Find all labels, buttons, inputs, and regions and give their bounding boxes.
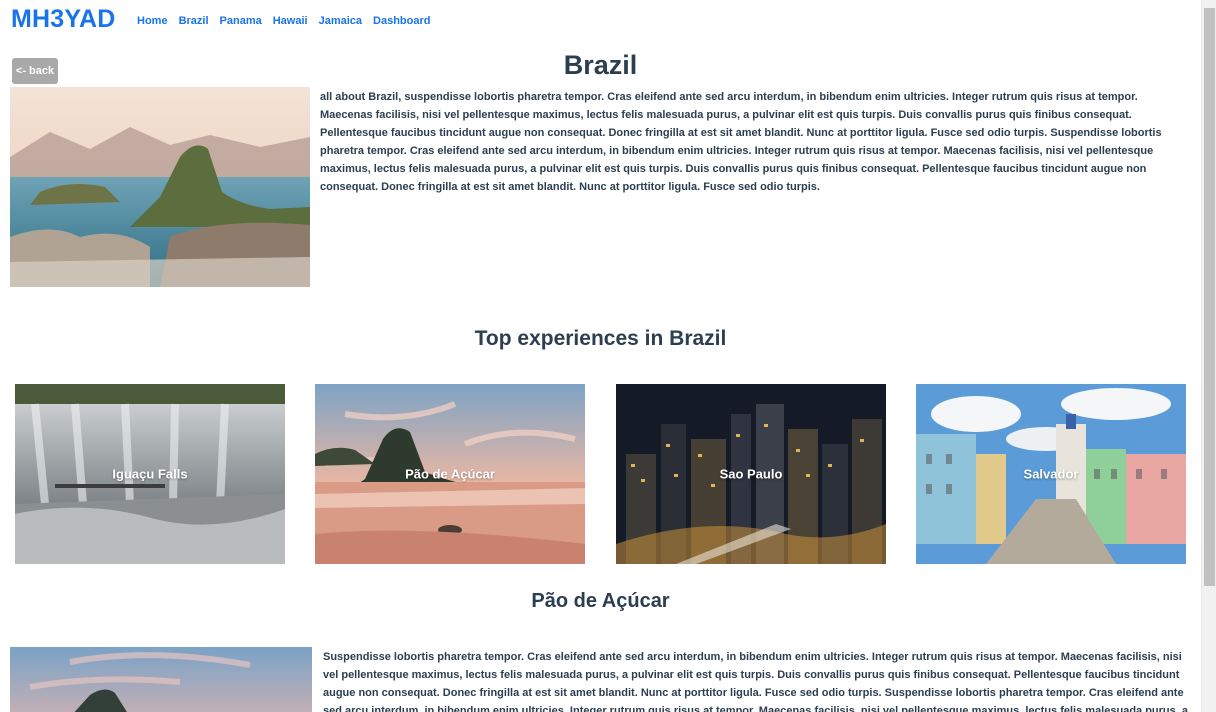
experience-card-iguacu-falls[interactable]: Iguaçu Falls — [15, 384, 285, 564]
scrollbar-thumb[interactable] — [1204, 8, 1215, 586]
main-nav: Home Brazil Panama Hawaii Jamaica Dashbo… — [137, 15, 442, 27]
experience-card-sao-paulo[interactable]: Sao Paulo — [616, 384, 886, 564]
nav-link-home[interactable]: Home — [137, 15, 168, 27]
experience-card-pao-de-acucar[interactable]: Pão de Açúcar — [315, 384, 585, 564]
site-logo[interactable]: MH3YAD — [11, 5, 115, 34]
hero-image — [10, 87, 310, 287]
experience-card-label: Pão de Açúcar — [405, 466, 495, 482]
detail-title: Pão de Açúcar — [531, 590, 670, 612]
nav-link-jamaica[interactable]: Jamaica — [319, 15, 362, 27]
detail-text: Suspendisse lobortis pharetra tempor. Cr… — [323, 651, 1188, 712]
page-title: Brazil — [563, 50, 638, 80]
nav-link-panama[interactable]: Panama — [220, 15, 262, 27]
experience-card-label: Sao Paulo — [719, 466, 783, 482]
experience-card-salvador[interactable]: Salvador — [916, 384, 1186, 564]
nav-link-brazil[interactable]: Brazil — [179, 15, 209, 27]
detail-image — [10, 647, 312, 712]
intro-text: all about Brazil, suspendisse lobortis p… — [320, 91, 1162, 193]
nav-link-dashboard[interactable]: Dashboard — [373, 15, 430, 27]
nav-link-hawaii[interactable]: Hawaii — [273, 15, 308, 27]
experience-card-label: Iguaçu Falls — [112, 466, 188, 482]
experience-card-label: Salvador — [1023, 466, 1079, 482]
experiences-title: Top experiences in Brazil — [474, 327, 727, 350]
page-scrollbar[interactable] — [1201, 0, 1216, 712]
